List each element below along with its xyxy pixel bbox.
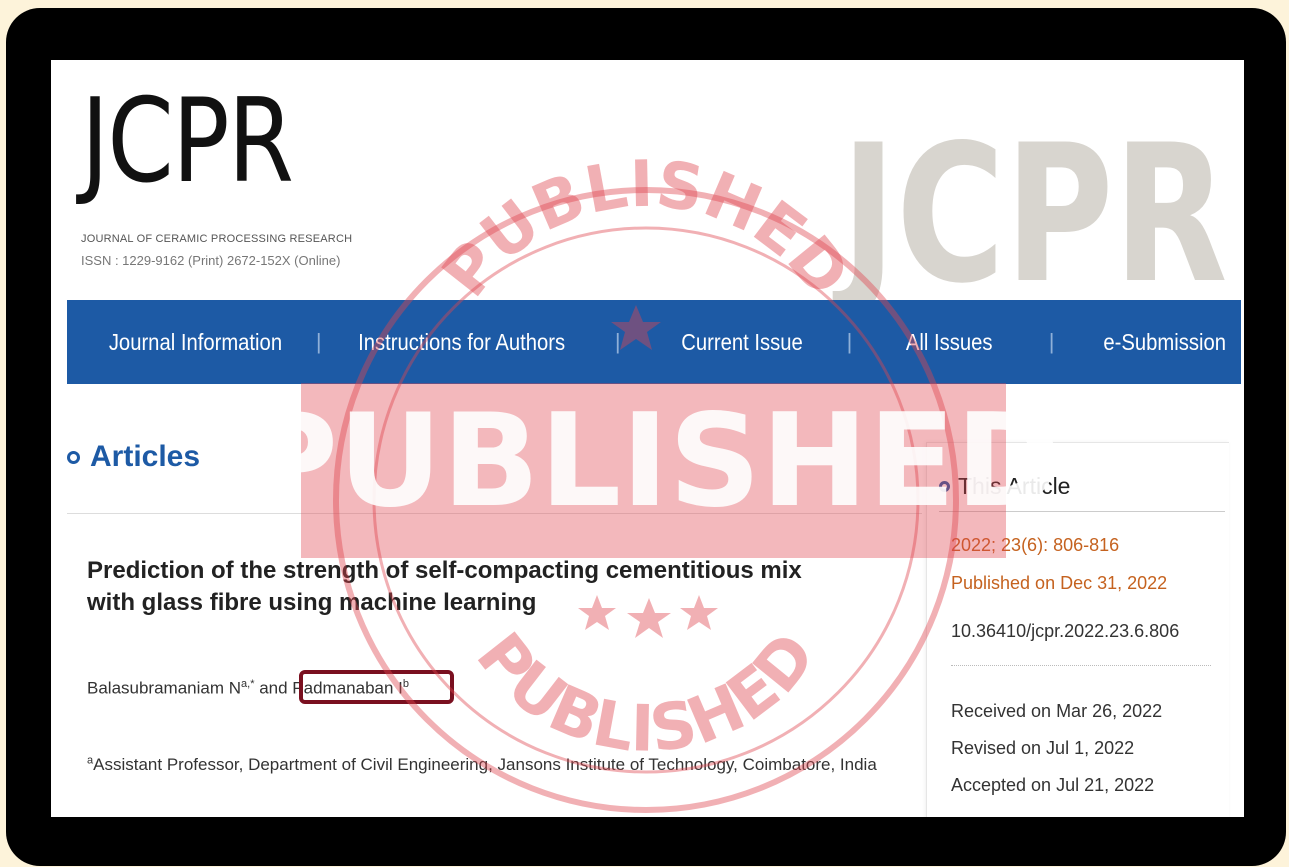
- journal-logo[interactable]: JCPR: [81, 84, 294, 200]
- doi-link[interactable]: 10.36410/jcpr.2022.23.6.806: [951, 621, 1179, 642]
- stamp-arc-bottom: PUBLISHED: [462, 619, 831, 767]
- article-title-line2: with glass fibre using machine learning: [87, 589, 537, 617]
- section-title: Articles: [67, 440, 200, 474]
- affiliation-text: Assistant Professor, Department of Civil…: [93, 755, 877, 774]
- nav-current-issue[interactable]: Current Issue: [681, 329, 802, 356]
- nav-e-submission[interactable]: e-Submission: [1103, 329, 1226, 356]
- nav-all-issues[interactable]: All Issues: [906, 329, 993, 356]
- received-date: Received on Mar 26, 2022: [951, 701, 1163, 721]
- sidebar-dotted-divider: [951, 665, 1211, 666]
- sidebar-heading-text: This Article: [958, 473, 1071, 499]
- revised-date: Revised on Jul 1, 2022: [951, 738, 1135, 758]
- accepted-date: Accepted on Jul 21, 2022: [951, 775, 1155, 795]
- author-1[interactable]: Balasubramaniam N: [87, 679, 241, 698]
- author-1-affil: a,*: [241, 678, 255, 690]
- article-volume: 2022; 23(6): 806-816: [951, 535, 1120, 555]
- published-date: Published on Dec 31, 2022: [951, 573, 1168, 593]
- journal-full-name: JOURNAL OF CERAMIC PROCESSING RESEARCH: [81, 233, 353, 245]
- stamp-arc-top: PUBLISHED: [429, 148, 864, 311]
- divider: [67, 513, 922, 514]
- bullet-ring-icon: [939, 481, 950, 492]
- device-frame: JCPR JCPR JOURNAL OF CERAMIC PROCESSING …: [6, 8, 1286, 866]
- stamp-banner: [301, 383, 1006, 558]
- author-conjunction: and: [254, 678, 293, 698]
- bullet-ring-icon: [67, 450, 80, 464]
- nav-separator: |: [1048, 329, 1055, 354]
- nav-instructions-for-authors[interactable]: Instructions for Authors: [358, 329, 565, 356]
- nav-separator: |: [614, 329, 621, 354]
- author-highlight-box: [299, 670, 454, 704]
- nav-journal-information[interactable]: Journal Information: [109, 329, 282, 356]
- nav-separator: |: [315, 329, 322, 354]
- main-nav: Journal Information | Instructions for A…: [67, 300, 1241, 384]
- article-info-sidebar: This Article 2022; 23(6): 806-816 Publis…: [926, 442, 1229, 817]
- sidebar-divider: [939, 511, 1225, 512]
- section-title-text: Articles: [90, 440, 201, 473]
- logo-watermark: JCPR: [841, 104, 1228, 325]
- issn-line: ISSN : 1229-9162 (Print) 2672-152X (Onli…: [81, 253, 341, 268]
- nav-separator: |: [846, 329, 853, 354]
- affiliation: aAssistant Professor, Department of Civi…: [87, 750, 917, 780]
- sidebar-heading: This Article: [939, 473, 1070, 500]
- article-title: Prediction of the strength of self-compa…: [87, 555, 887, 620]
- browser-screen: JCPR JCPR JOURNAL OF CERAMIC PROCESSING …: [51, 60, 1244, 817]
- article-title-line1: Prediction of the strength of self-compa…: [87, 557, 802, 584]
